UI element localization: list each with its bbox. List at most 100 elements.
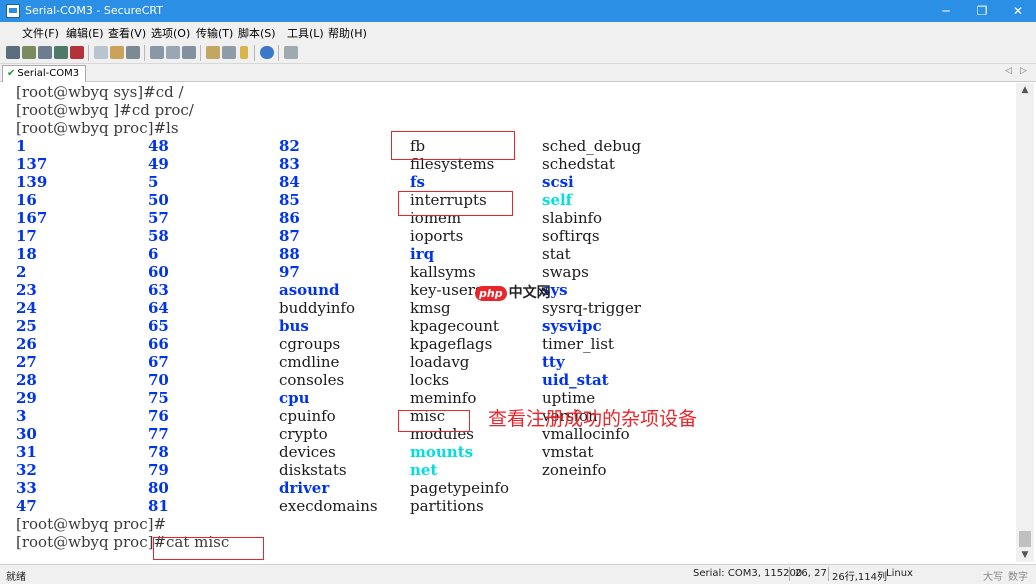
find-icon[interactable] <box>126 46 140 59</box>
scroll-down-icon[interactable]: ▼ <box>1016 548 1034 562</box>
ls-entry: cmdline <box>279 353 340 371</box>
menu-file[interactable]: 文件(F) <box>22 25 59 41</box>
minimize-icon[interactable]: ─ <box>928 0 964 22</box>
sftp-icon[interactable] <box>284 46 298 59</box>
terminal-line: [root@wbyq sys]#cd / <box>16 83 184 101</box>
ls-entry: mounts <box>410 443 474 461</box>
close-icon[interactable]: ✕ <box>1000 0 1036 22</box>
ls-entry: 3 <box>16 407 27 425</box>
help-icon[interactable] <box>260 46 274 59</box>
ls-entry: diskstats <box>279 461 347 479</box>
copy-icon[interactable] <box>94 46 108 59</box>
menu-view[interactable]: 查看(V) <box>108 25 146 41</box>
disconnect-icon[interactable] <box>70 46 84 59</box>
ls-entry: execdomains <box>279 497 378 515</box>
ls-entry: sysrq-trigger <box>542 299 641 317</box>
ls-entry: 6 <box>148 245 159 263</box>
menu-transfer[interactable]: 传输(T) <box>196 25 233 41</box>
menu-script[interactable]: 脚本(S) <box>238 25 276 41</box>
tab-serial-com3[interactable]: ✔ Serial-COM3 <box>2 65 86 82</box>
session-options-icon[interactable] <box>206 46 220 59</box>
ls-entry: ioports <box>410 227 464 245</box>
tab-scroll-left-icon[interactable]: ◁ <box>1005 66 1012 76</box>
ls-entry: 50 <box>148 191 169 209</box>
ls-entry: zoneinfo <box>542 461 607 479</box>
scroll-thumb[interactable] <box>1019 531 1031 547</box>
ls-entry: fs <box>410 173 425 191</box>
ls-entry: 78 <box>148 443 169 461</box>
ls-entry: 23 <box>16 281 37 299</box>
menu-tools[interactable]: 工具(L) <box>287 25 324 41</box>
highlight-box-interrupts <box>398 191 513 216</box>
ls-entry: 97 <box>279 263 300 281</box>
ls-entry: 25 <box>16 317 37 335</box>
connected-check-icon: ✔ <box>7 68 16 79</box>
ls-entry: cpuinfo <box>279 407 336 425</box>
ls-entry: 75 <box>148 389 169 407</box>
ls-entry: 5 <box>148 173 159 191</box>
tab-scroll-right-icon[interactable]: ▷ <box>1020 66 1027 76</box>
menu-help[interactable]: 帮助(H) <box>328 25 367 41</box>
ls-entry: softirqs <box>542 227 600 245</box>
title-bar: Serial-COM3 - SecureCRT ─ ❐ ✕ <box>0 0 1036 22</box>
status-separator <box>828 567 829 581</box>
ls-entry: 17 <box>16 227 37 245</box>
tab-label: Serial-COM3 <box>17 68 80 79</box>
status-terminal-type: Linux <box>886 568 913 579</box>
print-selection-icon[interactable] <box>166 46 180 59</box>
ls-entry: consoles <box>279 371 345 389</box>
ls-entry: 27 <box>16 353 37 371</box>
securecrt-icon <box>6 4 20 18</box>
ls-entry: 24 <box>16 299 37 317</box>
quick-connect-icon[interactable] <box>22 46 36 59</box>
ls-entry: 81 <box>148 497 169 515</box>
ls-entry: kpagecount <box>410 317 499 335</box>
toolbar-separator <box>88 45 89 61</box>
ls-entry: 18 <box>16 245 37 263</box>
scroll-up-icon[interactable]: ▲ <box>1016 83 1034 97</box>
restore-icon[interactable]: ❐ <box>964 0 1000 22</box>
ls-entry: bus <box>279 317 309 335</box>
watermark-php-logo: php <box>475 286 507 301</box>
ls-entry: 48 <box>148 137 169 155</box>
menu-edit[interactable]: 编辑(E) <box>66 25 104 41</box>
ls-entry: vmstat <box>542 443 594 461</box>
ls-entry: cpu <box>279 389 310 407</box>
vertical-scrollbar[interactable]: ▲ ▼ <box>1016 83 1034 562</box>
ls-entry: meminfo <box>410 389 477 407</box>
reconnect-icon[interactable] <box>54 46 68 59</box>
paste-icon[interactable] <box>110 46 124 59</box>
status-connection: Serial: COM3, 115200 <box>693 568 803 579</box>
keymap-icon[interactable] <box>240 46 248 59</box>
ls-entry: 31 <box>16 443 37 461</box>
print-setup-icon[interactable] <box>182 46 196 59</box>
status-cursor: 26, 27 <box>795 568 827 579</box>
ls-entry: driver <box>279 479 330 497</box>
toolbar-separator <box>254 45 255 61</box>
ls-entry: locks <box>410 371 450 389</box>
ls-entry: 47 <box>16 497 37 515</box>
ls-entry: schedstat <box>542 155 615 173</box>
status-ready: 就绪 <box>6 572 26 583</box>
connect-tab-icon[interactable] <box>38 46 52 59</box>
ls-entry: kallsyms <box>410 263 476 281</box>
ls-entry: 137 <box>16 155 48 173</box>
menu-options[interactable]: 选项(O) <box>151 25 190 41</box>
terminal-line: [root@wbyq ]#cd proc/ <box>16 101 194 119</box>
ls-entry: devices <box>279 443 336 461</box>
ls-entry: 76 <box>148 407 169 425</box>
highlight-box-misc <box>398 410 470 432</box>
ls-entry: 16 <box>16 191 37 209</box>
ls-entry: asound <box>279 281 340 299</box>
print-icon[interactable] <box>150 46 164 59</box>
ls-entry: key-users <box>410 281 483 299</box>
ls-entry: 139 <box>16 173 48 191</box>
ls-entry: net <box>410 461 438 479</box>
ls-entry: uid_stat <box>542 371 609 389</box>
tab-bar: ✔ Serial-COM3 ◁ ▷ <box>0 64 1036 82</box>
global-options-icon[interactable] <box>222 46 236 59</box>
ls-entry: timer_list <box>542 335 614 353</box>
connect-icon[interactable] <box>6 46 20 59</box>
ls-entry: 82 <box>279 137 300 155</box>
watermark: php 中文网 <box>475 282 551 302</box>
